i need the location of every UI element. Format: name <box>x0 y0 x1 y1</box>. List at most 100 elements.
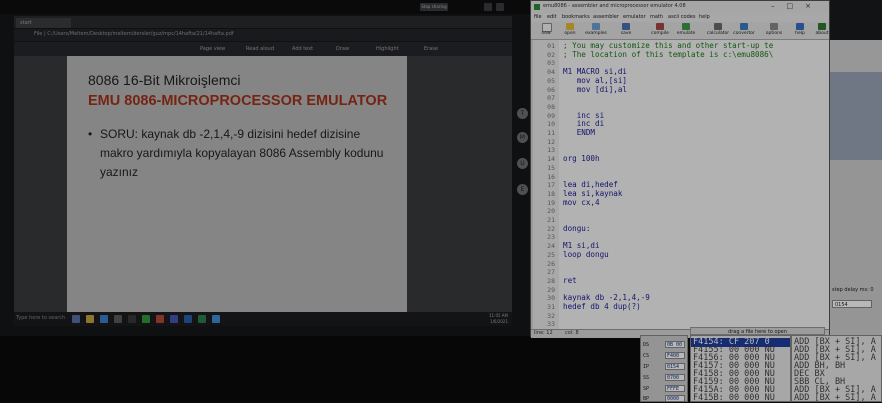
register-value[interactable]: 0700 <box>665 374 685 381</box>
line-number: 30 <box>547 294 555 303</box>
windows-taskbar: Type here to search 11:05 AM 1/6/2021 <box>14 312 512 326</box>
menu-bookmarks[interactable]: bookmarks <box>562 14 590 20</box>
line-number: 20 <box>547 207 555 216</box>
emu8086-taskbar-icon[interactable] <box>142 315 150 323</box>
highlight-button[interactable]: Highlight <box>376 46 399 52</box>
pdf-address-bar[interactable]: File | C:/Users/Meltem/Desktop/meltem/de… <box>14 29 512 41</box>
code-line[interactable]: hedef db 4 dup(?) <box>563 302 641 311</box>
participant-avatar[interactable]: E <box>517 184 528 195</box>
memory-list[interactable]: F4154: CF 207 0 F4155: 00 000 NU F4156: 00… <box>690 335 791 402</box>
menu-assembler[interactable]: assembler <box>593 14 619 20</box>
disassembly-row[interactable]: ADD [BX + SI], A <box>794 394 876 402</box>
register-name: SS <box>643 375 650 381</box>
code-line[interactable]: mov cx,4 <box>563 198 600 207</box>
menu-file[interactable]: file <box>534 14 542 20</box>
mail-icon[interactable] <box>128 315 136 323</box>
draw-button[interactable]: Draw <box>336 46 349 52</box>
code-line[interactable]: lea di,hedef <box>563 180 618 189</box>
line-number: 27 <box>547 268 555 277</box>
register-value[interactable]: 0000 <box>665 395 685 402</box>
code-line[interactable]: inc di <box>563 119 604 128</box>
options-button[interactable]: options <box>763 23 785 38</box>
code-line[interactable]: M1 si,di <box>563 241 600 250</box>
register-name: BP <box>643 396 650 402</box>
address-field[interactable]: 0154 <box>832 300 872 308</box>
register-value[interactable]: F400 <box>665 352 685 359</box>
taskbar-search[interactable]: Type here to search <box>16 315 65 321</box>
new-button[interactable]: new <box>535 23 557 38</box>
compile-button[interactable]: compile <box>649 23 671 38</box>
share-close-button[interactable] <box>496 3 504 11</box>
excel-icon[interactable] <box>198 315 206 323</box>
register-value[interactable]: 0B 00 <box>665 341 685 348</box>
maximize-button[interactable]: □ <box>787 2 806 10</box>
menu-emulator[interactable]: emulator <box>623 14 646 20</box>
emu8086-app-icon <box>534 4 540 10</box>
slide-title: 8086 16-Bit Mikroişlemci <box>88 72 241 88</box>
edge-icon[interactable] <box>100 315 108 323</box>
word-icon[interactable] <box>184 315 192 323</box>
folder-icon <box>566 23 574 30</box>
register-value[interactable]: 0154 <box>665 363 685 370</box>
calculator-button[interactable]: calculator <box>707 23 729 38</box>
file-explorer-icon[interactable] <box>86 315 94 323</box>
drag-hint: drag a file here to open <box>690 327 825 335</box>
memory-row[interactable]: F415B: 00 000 NU <box>693 394 775 402</box>
code-line[interactable]: lea si,kaynak <box>563 189 622 198</box>
minimize-button[interactable]: – <box>771 2 787 10</box>
code-line[interactable]: loop dongu <box>563 250 609 259</box>
taskbar-clock[interactable]: 11:05 AM 1/6/2021 <box>489 313 508 325</box>
task-view-icon[interactable] <box>72 315 80 323</box>
code-line[interactable]: inc si <box>563 111 604 120</box>
erase-button[interactable]: Erase <box>424 46 438 52</box>
disassembly-list[interactable]: ADD [BX + SI], A ADD [BX + SI], A ADD [BX … <box>791 335 882 402</box>
participants-strip: T M U E <box>512 100 530 210</box>
participant-avatar[interactable]: U <box>517 158 528 169</box>
line-number: 01 <box>547 42 555 50</box>
line-number: 17 <box>547 181 555 190</box>
convertor-button[interactable]: convertor <box>733 23 755 38</box>
code-line[interactable]: ; The location of this template is c:\em… <box>563 50 773 59</box>
teams-icon[interactable] <box>170 315 178 323</box>
store-icon[interactable] <box>114 315 122 323</box>
line-number: 05 <box>547 76 555 85</box>
convertor-icon <box>740 23 748 30</box>
pdf-tab[interactable]: start <box>16 18 71 28</box>
save-button[interactable]: save <box>615 23 637 38</box>
examples-button[interactable]: examples <box>585 23 607 38</box>
participant-avatar[interactable]: T <box>517 108 528 119</box>
register-name: DS <box>643 342 650 348</box>
emu-titlebar[interactable]: emu8086 - assembler and microprocessor e… <box>531 1 829 13</box>
menu-help[interactable]: help <box>699 14 710 20</box>
menu-ascii-codes[interactable]: ascii codes <box>668 14 695 20</box>
read-aloud-button[interactable]: Read aloud <box>246 46 274 52</box>
code-line[interactable]: ; You may customize this and other start… <box>563 41 773 50</box>
code-line[interactable]: ret <box>563 276 577 285</box>
line-number: 18 <box>547 189 555 198</box>
line-number: 24 <box>547 242 555 251</box>
menu-math[interactable]: math <box>650 14 663 20</box>
code-line[interactable]: org 100h <box>563 154 600 163</box>
code-line[interactable]: dongu: <box>563 224 590 233</box>
close-button[interactable]: × <box>805 2 823 10</box>
chrome-icon[interactable] <box>212 315 220 323</box>
code-line[interactable]: M1 MACRO si,di <box>563 67 627 76</box>
open-button[interactable]: open <box>559 23 581 38</box>
window-controls[interactable]: –□× <box>771 2 823 10</box>
powerpoint-icon[interactable] <box>156 315 164 323</box>
code-line[interactable]: mov [di],al <box>563 85 627 94</box>
register-value[interactable]: FFFE <box>665 385 685 392</box>
pdf-toolbar: Page view Read aloud Add text Draw Highl… <box>14 42 512 57</box>
menu-edit[interactable]: edit <box>547 14 557 20</box>
code-line[interactable]: kaynak db -2,1,4,-9 <box>563 293 650 302</box>
emulate-button[interactable]: emulate <box>675 23 697 38</box>
code-line[interactable]: mov al,[si] <box>563 76 627 85</box>
participant-avatar[interactable]: M <box>517 132 528 143</box>
pdf-url: File | C:/Users/Meltem/Desktop/meltem/de… <box>34 31 234 37</box>
share-minimize-button[interactable] <box>484 3 492 11</box>
add-text-button[interactable]: Add text <box>292 46 313 52</box>
page-view-button[interactable]: Page view <box>200 46 225 52</box>
stop-sharing-button[interactable]: Stop sharing <box>420 3 448 11</box>
emu8086-window: emu8086 - assembler and microprocessor e… <box>530 0 830 338</box>
code-line[interactable]: ENDM <box>563 128 595 137</box>
